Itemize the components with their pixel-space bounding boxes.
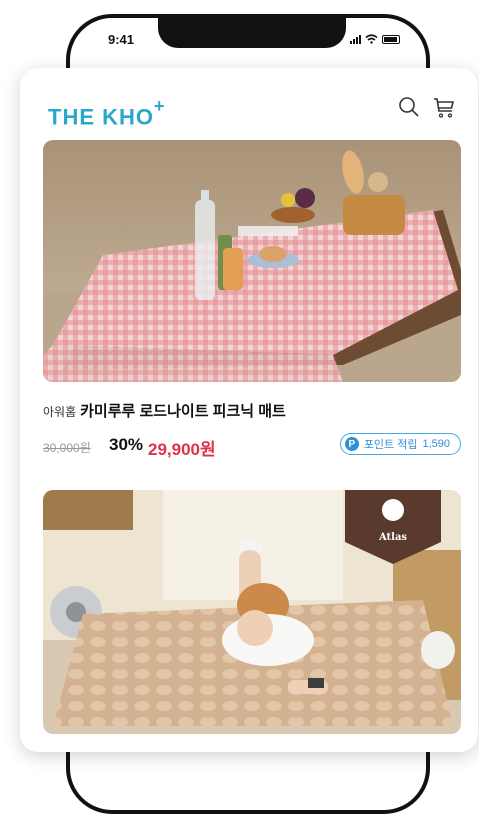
sale-price: 29,900원 bbox=[148, 440, 216, 459]
app-header: THE KHO+ bbox=[20, 68, 478, 138]
cart-icon[interactable] bbox=[432, 96, 456, 120]
phone-notch bbox=[158, 16, 346, 48]
points-label: 포인트 적립 bbox=[363, 439, 418, 451]
wifi-icon bbox=[365, 34, 378, 44]
battery-icon bbox=[382, 34, 400, 44]
mattress-photo: Atlas bbox=[43, 490, 461, 734]
brand-logo[interactable]: THE KHO+ bbox=[48, 96, 166, 130]
signal-icon bbox=[350, 34, 361, 44]
picnic-photo bbox=[43, 140, 461, 382]
logo-plus: + bbox=[154, 96, 166, 116]
app-card: THE KHO+ 아워홈 카미루루 로드나이트 피크닉 매트 30,000원 3… bbox=[20, 68, 478, 752]
discount-rate: 30% bbox=[109, 435, 144, 454]
product-card[interactable]: Atlas bbox=[43, 490, 461, 734]
status-time: 9:41 bbox=[108, 32, 135, 47]
product-title[interactable]: 아워홈 카미루루 로드나이트 피크닉 매트 bbox=[43, 400, 461, 421]
points-value: 1,590 bbox=[422, 438, 450, 450]
points-badge: P 포인트 적립 1,590 bbox=[339, 433, 461, 455]
points-icon: P bbox=[344, 437, 359, 451]
product-card[interactable]: 아워홈 카미루루 로드나이트 피크닉 매트 30,000원 30% 29,900원… bbox=[43, 140, 461, 459]
product-image-mattress[interactable]: Atlas bbox=[43, 490, 461, 734]
status-icons bbox=[350, 34, 400, 44]
atlas-badge: Atlas bbox=[378, 532, 407, 543]
product-name: 카미루루 로드나이트 피크닉 매트 bbox=[80, 403, 286, 420]
price-row: 30,000원 30% 29,900원 P 포인트 적립 1,590 bbox=[43, 433, 461, 459]
logo-text: THE KHO bbox=[48, 104, 154, 130]
product-image-picnic[interactable] bbox=[43, 140, 461, 382]
search-icon[interactable] bbox=[398, 96, 420, 118]
original-price: 30,000원 bbox=[43, 441, 91, 455]
product-brand: 아워홈 bbox=[43, 405, 77, 419]
